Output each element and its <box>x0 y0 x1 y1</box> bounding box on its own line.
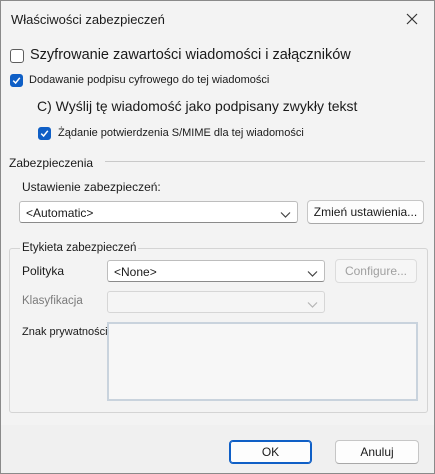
security-section-label: Zabezpieczenia <box>9 156 94 170</box>
chevron-down-icon <box>280 208 291 222</box>
privacy-mark-textarea[interactable] <box>107 322 418 401</box>
sign-label[interactable]: Dodawanie podpisu cyfrowego do tej wiado… <box>29 74 269 86</box>
security-setting-value: <Automatic> <box>26 206 94 220</box>
configure-button[interactable]: Configure... <box>335 259 417 283</box>
encrypt-checkbox[interactable] <box>10 49 24 63</box>
chevron-down-icon <box>307 267 318 281</box>
policy-value: <None> <box>114 265 157 279</box>
ok-button[interactable]: OK <box>229 440 312 464</box>
sign-checkbox[interactable] <box>10 74 23 87</box>
classification-dropdown[interactable] <box>107 291 325 313</box>
chevron-down-icon <box>307 298 318 312</box>
close-icon[interactable] <box>402 9 422 29</box>
classification-label: Klasyfikacja <box>22 295 83 307</box>
security-label-group-title: Etykieta zabezpieczeń <box>20 242 139 254</box>
security-properties-dialog: Właściwości zabezpieczeń Szyfrowanie zaw… <box>0 0 435 474</box>
window-title: Właściwości zabezpieczeń <box>11 12 165 27</box>
change-settings-button[interactable]: Zmień ustawienia... <box>307 200 424 224</box>
privacy-mark-label: Znak prywatności: <box>22 326 111 338</box>
policy-label: Polityka <box>22 264 65 278</box>
cancel-button[interactable]: Anuluj <box>335 440 419 464</box>
smime-receipt-label[interactable]: Żądanie potwierdzenia S/MIME dla tej wia… <box>58 127 304 139</box>
encrypt-label[interactable]: Szyfrowanie zawartości wiadomości i załą… <box>30 47 351 63</box>
policy-dropdown[interactable]: <None> <box>107 260 325 282</box>
smime-receipt-checkbox[interactable] <box>38 127 51 140</box>
section-divider <box>105 161 425 162</box>
security-setting-dropdown[interactable]: <Automatic> <box>19 201 298 223</box>
send-clear-text-option[interactable]: C) Wyślij tę wiadomość jako podpisany zw… <box>37 98 357 114</box>
title-bar: Właściwości zabezpieczeń <box>1 1 434 37</box>
security-setting-label: Ustawienie zabezpieczeń: <box>22 180 161 194</box>
